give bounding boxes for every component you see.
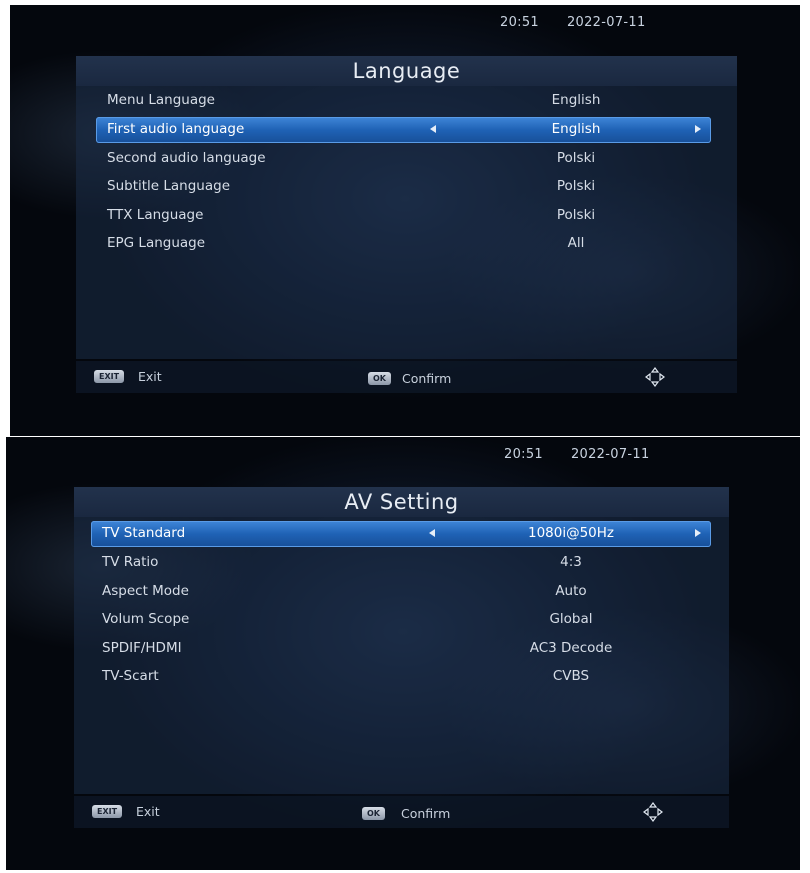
exit-label: Exit — [136, 804, 160, 819]
menu-row-epg-language[interactable]: EPG Language All — [96, 231, 711, 257]
confirm-label: Confirm — [402, 371, 452, 386]
menu-row-subtitle-language[interactable]: Subtitle Language Polski — [96, 174, 711, 200]
row-value: Polski — [556, 150, 596, 166]
confirm-label: Confirm — [401, 806, 451, 821]
row-label: TV Ratio — [102, 554, 159, 570]
ok-key-icon[interactable]: OK — [362, 807, 385, 820]
row-value: Polski — [556, 178, 596, 194]
row-value: All — [567, 235, 585, 251]
exit-key-icon[interactable]: EXIT — [92, 805, 123, 818]
menu-row-aspect-mode[interactable]: Aspect Mode Auto — [91, 579, 706, 605]
menu-row-tv-standard[interactable]: TV Standard 1080i@50Hz — [91, 521, 711, 547]
av-setting-menu-panel: AV Setting TV Standard 1080i@50Hz TV Rat… — [74, 487, 729, 794]
row-label: SPDIF/HDMI — [102, 640, 182, 656]
arrow-right-icon[interactable] — [695, 125, 701, 133]
footer-hint-bar: EXIT Exit OK Confirm — [76, 361, 737, 393]
row-label: Subtitle Language — [107, 178, 231, 194]
row-value: English — [551, 121, 601, 137]
menu-row-first-audio-language[interactable]: First audio language English — [96, 117, 711, 143]
language-menu-panel: Language Menu Language English First aud… — [76, 56, 737, 359]
row-label: TV Standard — [102, 525, 186, 541]
arrow-left-icon[interactable] — [429, 529, 435, 537]
clock-date: 2022-07-11 — [570, 447, 650, 462]
row-label: Volum Scope — [102, 611, 190, 627]
exit-key-icon[interactable]: EXIT — [94, 370, 125, 383]
row-value: Auto — [555, 583, 587, 599]
arrow-right-icon[interactable] — [695, 529, 701, 537]
row-value: 4:3 — [560, 554, 582, 570]
row-value: CVBS — [552, 668, 590, 684]
row-label: Aspect Mode — [102, 583, 189, 599]
menu-row-second-audio-language[interactable]: Second audio language Polski — [96, 146, 711, 172]
clock-time: 20:51 — [500, 15, 539, 30]
footer-hint-bar: EXIT Exit OK Confirm — [74, 796, 729, 828]
row-label: TTX Language — [107, 207, 204, 223]
menu-row-spdif-hdmi[interactable]: SPDIF/HDMI AC3 Decode — [91, 636, 706, 662]
menu-row-menu-language[interactable]: Menu Language English — [96, 88, 711, 114]
menu-row-volum-scope[interactable]: Volum Scope Global — [91, 607, 706, 633]
clock: 20:51 2022-07-11 — [504, 447, 650, 462]
page-title: Language — [76, 56, 737, 86]
row-label: TV-Scart — [102, 668, 159, 684]
menu-row-ttx-language[interactable]: TTX Language Polski — [96, 203, 711, 229]
exit-label: Exit — [138, 369, 162, 384]
row-value: Polski — [556, 207, 596, 223]
page-title: AV Setting — [74, 487, 729, 517]
language-screen: 20:51 2022-07-11 Language Menu Language E… — [10, 5, 800, 436]
row-value: AC3 Decode — [529, 640, 613, 656]
clock: 20:51 2022-07-11 — [500, 15, 646, 30]
arrow-left-icon[interactable] — [430, 125, 436, 133]
row-label: First audio language — [107, 121, 245, 137]
row-value: 1080i@50Hz — [527, 525, 615, 541]
dpad-arrows-icon — [643, 802, 663, 822]
row-label: EPG Language — [107, 235, 206, 251]
clock-time: 20:51 — [504, 447, 543, 462]
menu-row-tv-scart[interactable]: TV-Scart CVBS — [91, 664, 706, 690]
row-label: Second audio language — [107, 150, 266, 166]
menu-row-tv-ratio[interactable]: TV Ratio 4:3 — [91, 550, 706, 576]
row-label: Menu Language — [107, 92, 215, 108]
row-value: Global — [549, 611, 593, 627]
clock-date: 2022-07-11 — [566, 15, 646, 30]
dpad-arrows-icon — [645, 367, 665, 387]
ok-key-icon[interactable]: OK — [368, 372, 391, 385]
row-value: English — [551, 92, 601, 108]
av-setting-screen: 20:51 2022-07-11 AV Setting TV Standard 1… — [6, 437, 800, 870]
